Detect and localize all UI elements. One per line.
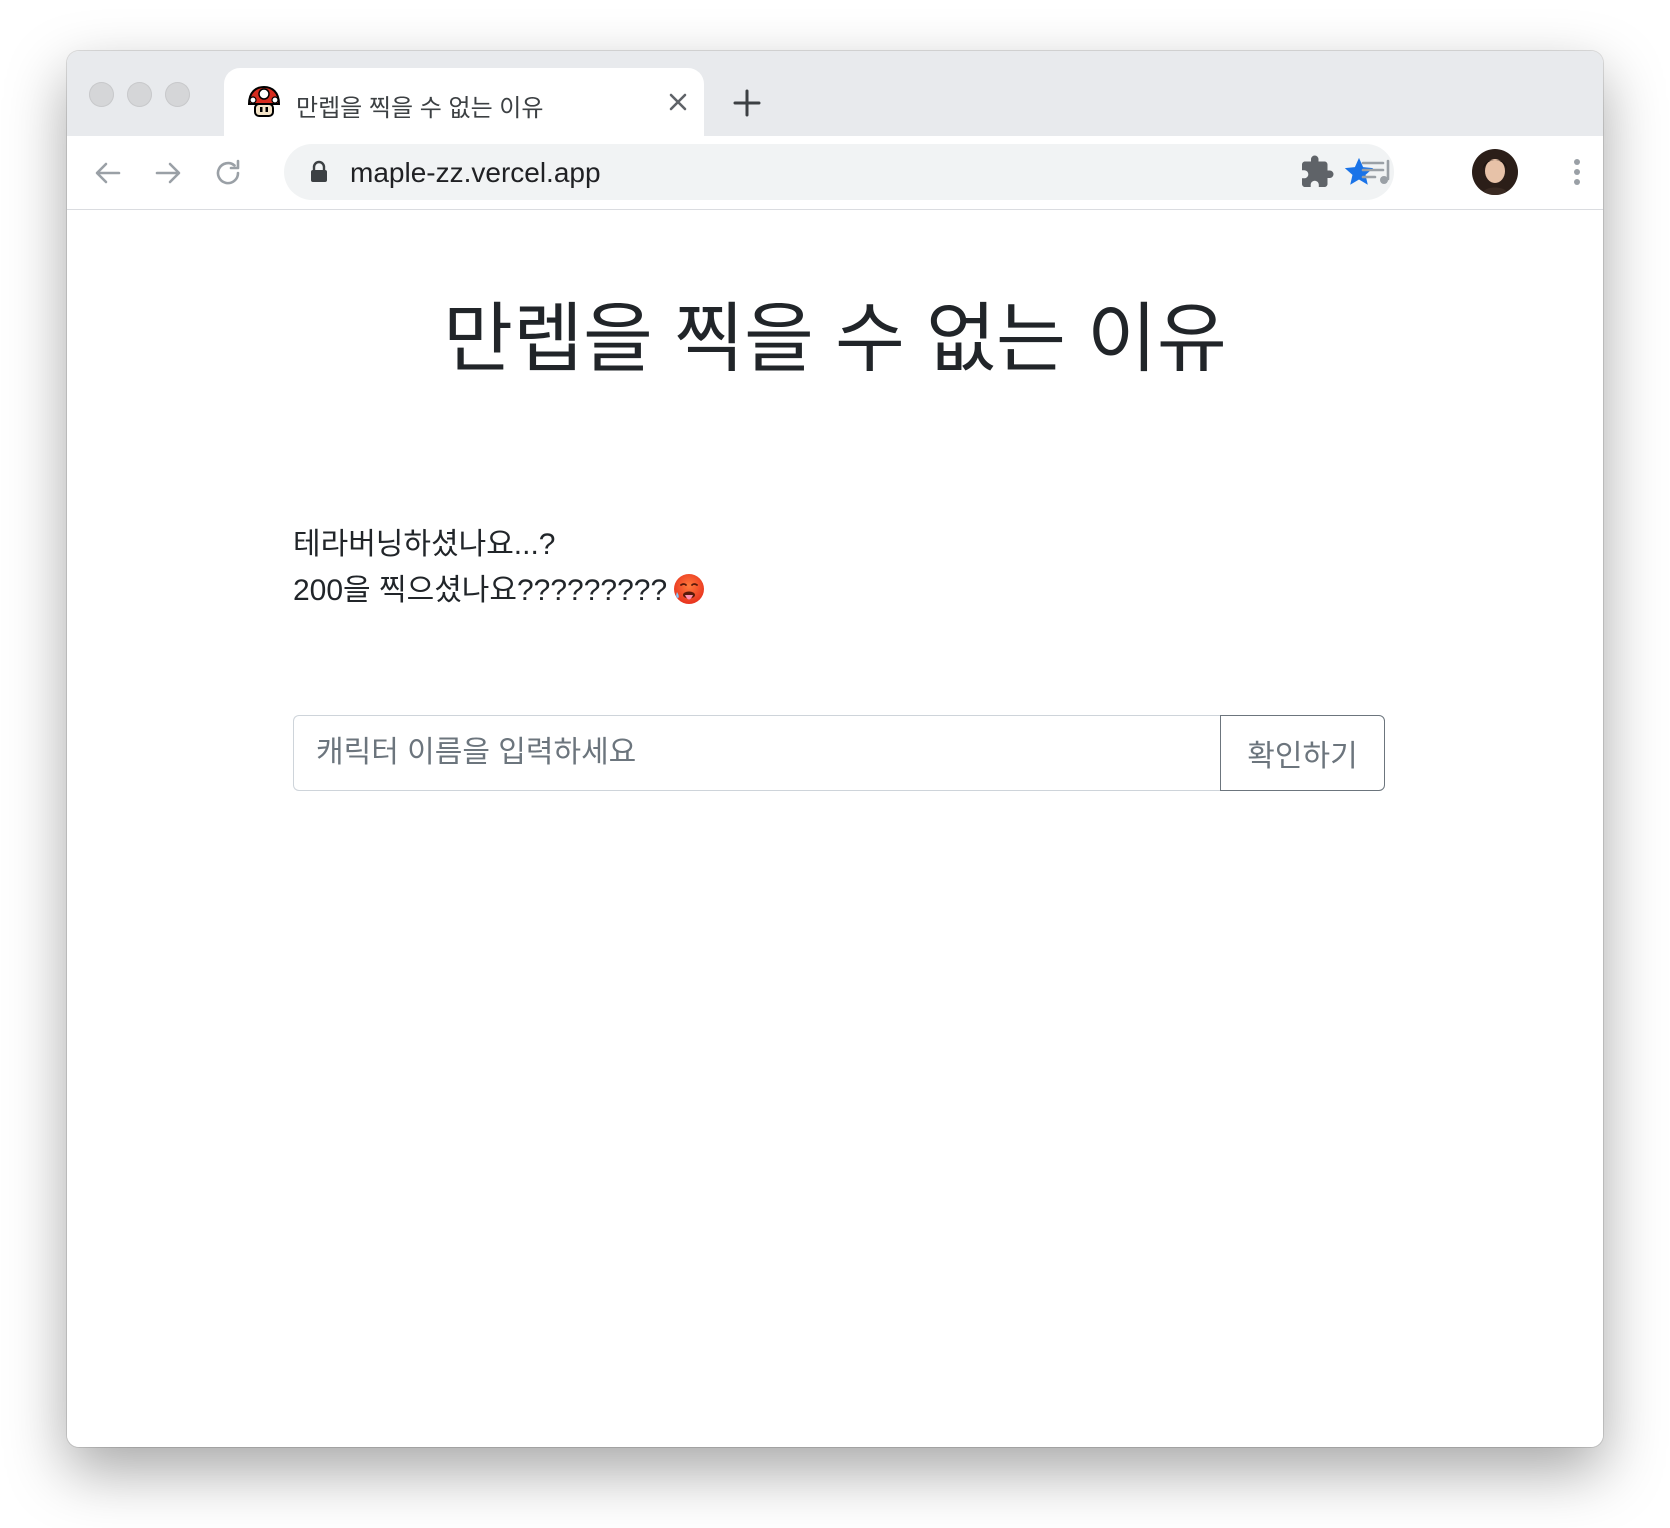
more-menu-icon[interactable] bbox=[1559, 154, 1595, 190]
avatar-photo bbox=[1472, 149, 1518, 195]
character-search-group: 확인하기 bbox=[293, 715, 1385, 791]
character-name-input[interactable] bbox=[293, 715, 1220, 791]
minimize-window-button[interactable] bbox=[127, 82, 152, 107]
page-title: 만렙을 찍을 수 없는 이유 bbox=[443, 297, 1227, 382]
toolbar: maple-zz.vercel.app bbox=[67, 136, 1603, 210]
hot-face-emoji bbox=[674, 574, 705, 604]
confirm-button[interactable]: 확인하기 bbox=[1220, 715, 1385, 791]
extensions-puzzle-icon[interactable] bbox=[1299, 154, 1335, 190]
intro-text: 테라버닝하셨나요...? 200을 찍으셨나요????????? bbox=[293, 522, 705, 614]
intro-line-1: 테라버닝하셨나요...? bbox=[293, 528, 556, 561]
new-tab-button[interactable] bbox=[728, 84, 766, 122]
back-arrow-icon[interactable] bbox=[91, 156, 125, 190]
url-text: maple-zz.vercel.app bbox=[350, 157, 601, 188]
forward-arrow-icon[interactable] bbox=[151, 156, 185, 190]
zoom-window-button[interactable] bbox=[165, 82, 190, 107]
page-content: 만렙을 찍을 수 없는 이유 테라버닝하셨나요...? 200을 찍으셨나요??… bbox=[67, 210, 1603, 1447]
intro-line-2-text: 200을 찍으셨나요????????? bbox=[293, 574, 668, 607]
profile-avatar[interactable] bbox=[1472, 149, 1518, 195]
browser-window: 만렙을 찍을 수 없는 이유 maple-zz.vercel.app 만렙을 찍… bbox=[67, 51, 1603, 1447]
close-icon[interactable] bbox=[664, 88, 692, 116]
tab-strip: 만렙을 찍을 수 없는 이유 bbox=[67, 51, 1603, 136]
reload-icon[interactable] bbox=[211, 156, 245, 190]
media-queue-icon[interactable] bbox=[1359, 154, 1395, 190]
lock-icon[interactable] bbox=[308, 160, 330, 184]
close-window-button[interactable] bbox=[89, 82, 114, 107]
mushroom-icon bbox=[247, 85, 281, 117]
address-bar[interactable]: maple-zz.vercel.app bbox=[284, 144, 1394, 200]
tab-title: 만렙을 찍을 수 없는 이유 bbox=[296, 95, 544, 122]
tab-active[interactable]: 만렙을 찍을 수 없는 이유 bbox=[224, 68, 704, 136]
intro-line-2: 200을 찍으셨나요????????? bbox=[293, 568, 705, 614]
